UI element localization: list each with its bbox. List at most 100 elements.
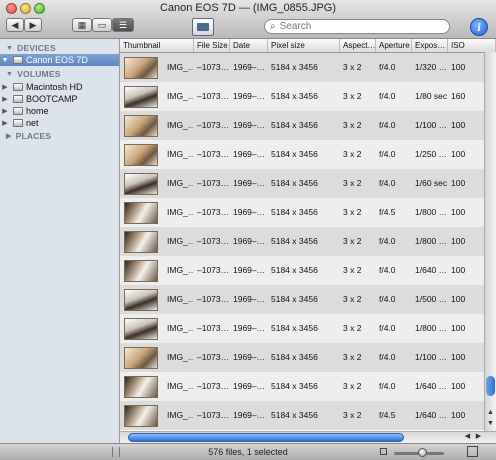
disclosure-open-icon: ▼ (1, 56, 9, 64)
cell-aspect: 3 x 2 (343, 265, 362, 275)
view-list-button[interactable]: ☰ (112, 18, 134, 32)
sidebar-item-canon-eos-7d[interactable]: ▼ Canon EOS 7D (0, 54, 119, 66)
table-row[interactable]: IMG_… –1073… 1969–… 5184 x 3456 3 x 2 f/4.0 1/… (120, 111, 484, 140)
column-header-date[interactable]: Date (230, 39, 268, 52)
photo-thumbnail[interactable] (124, 376, 158, 398)
table-row[interactable]: IMG_… –1073… 1969–… 5184 x 3456 3 x 2 f/4.0 1/… (120, 227, 484, 256)
column-header-aspect[interactable]: Aspect… (340, 39, 376, 52)
cell-file-size: –1073… (197, 381, 230, 391)
sidebar-item-net[interactable]: ▶ net (0, 117, 119, 129)
camera-device-icon (13, 56, 23, 64)
cell-file-size: –1073… (197, 236, 230, 246)
photo-thumbnail[interactable] (124, 144, 158, 166)
scroll-up-arrow-icon[interactable]: ▲ (485, 408, 496, 418)
table-row[interactable]: IMG_… –1073… 1969–… 5184 x 3456 3 x 2 f/4.0 1/… (120, 82, 484, 111)
back-arrow-icon: ◀ (11, 19, 19, 30)
table-row[interactable]: IMG_… –1073… 1969–… 5184 x 3456 3 x 2 f/4.0 1/… (120, 343, 484, 372)
view-grid-button[interactable]: ▦ (72, 18, 92, 32)
cell-date: 1969–… (233, 410, 266, 420)
cell-pixel-size: 5184 x 3456 (271, 236, 318, 246)
photo-thumbnail[interactable] (124, 260, 158, 282)
table-row[interactable]: IMG_… –1073… 1969–… 5184 x 3456 3 x 2 f/4.5 1/… (120, 401, 484, 430)
table-row[interactable]: IMG_… –1073… 1969–… 5184 x 3456 3 x 2 f/4.0 1/… (120, 140, 484, 169)
cell-aspect: 3 x 2 (343, 410, 362, 420)
import-photo-icon[interactable] (192, 18, 214, 36)
photo-thumbnail[interactable] (124, 57, 158, 79)
cell-iso: 100 (451, 410, 466, 420)
photo-thumbnail[interactable] (124, 115, 158, 137)
list-view-icon: ☰ (118, 19, 128, 30)
table-row[interactable]: IMG_… –1073… 1969–… 5184 x 3456 3 x 2 f/4.0 1/… (120, 314, 484, 343)
photo-thumbnail[interactable] (124, 173, 158, 195)
file-table: Thumbnail File Size Date Pixel size Aspe… (120, 39, 496, 431)
scroll-down-arrow-icon[interactable]: ▼ (485, 419, 496, 429)
column-header-thumbnail[interactable]: Thumbnail (120, 39, 194, 52)
cell-pixel-size: 5184 x 3456 (271, 352, 318, 362)
network-icon (13, 119, 23, 127)
vertical-scroll-thumb[interactable] (486, 376, 495, 396)
search-field[interactable]: ⌕ (264, 19, 450, 34)
forward-button[interactable]: ▶ (24, 18, 42, 32)
table-row[interactable]: IMG_… –1073… 1969–… 5184 x 3456 3 x 2 f/4.0 1/… (120, 372, 484, 401)
column-header-pixel-size[interactable]: Pixel size (268, 39, 340, 52)
cell-aperture: f/4.5 (379, 410, 396, 420)
column-header-exposure[interactable]: Expos… (412, 39, 448, 52)
grid-view-icon: ▦ (77, 19, 87, 30)
cell-file-size: –1073… (197, 352, 230, 362)
zoom-slider-knob[interactable] (418, 448, 427, 457)
cell-aperture: f/4.0 (379, 178, 396, 188)
column-header-iso[interactable]: ISO (448, 39, 496, 52)
photo-thumbnail[interactable] (124, 347, 158, 369)
sidebar-item-label: home (26, 106, 49, 116)
cell-pixel-size: 5184 x 3456 (271, 410, 318, 420)
cell-aspect: 3 x 2 (343, 236, 362, 246)
sidebar-item-macintosh-hd[interactable]: ▶ Macintosh HD (0, 81, 119, 93)
devices-header[interactable]: ▼ DEVICES (6, 43, 56, 53)
cell-pixel-size: 5184 x 3456 (271, 120, 318, 130)
cell-file-name: IMG_… (167, 62, 194, 72)
photo-thumbnail[interactable] (124, 405, 158, 427)
photo-thumbnail[interactable] (124, 86, 158, 108)
cell-exposure: 1/80 sec (415, 91, 448, 101)
horizontal-scroll-thumb[interactable] (128, 433, 404, 442)
vertical-scrollbar[interactable]: ▲ ▼ (484, 52, 496, 431)
cell-iso: 100 (451, 323, 466, 333)
table-row[interactable]: IMG_… –1073… 1969–… 5184 x 3456 3 x 2 f/4.0 1/… (120, 53, 484, 82)
sidebar-item-bootcamp[interactable]: ▶ BOOTCAMP (0, 93, 119, 105)
sidebar-item-home[interactable]: ▶ home (0, 105, 119, 117)
table-row[interactable]: IMG_… –1073… 1969–… 5184 x 3456 3 x 2 f/4.5 1/… (120, 198, 484, 227)
volumes-header[interactable]: ▼ VOLUMES (6, 69, 61, 79)
folder-icon (13, 107, 23, 115)
scroll-right-arrow-icon[interactable]: ▶ (473, 432, 484, 442)
cell-file-name: IMG_… (167, 178, 194, 188)
hard-disk-icon (13, 95, 23, 103)
column-header-aperture[interactable]: Aperture (376, 39, 412, 52)
scroll-left-arrow-icon[interactable]: ◀ (462, 432, 473, 442)
table-row[interactable]: IMG_… –1073… 1969–… 5184 x 3456 3 x 2 f/4.0 1/… (120, 285, 484, 314)
cell-file-name: IMG_… (167, 352, 194, 362)
cell-pixel-size: 5184 x 3456 (271, 207, 318, 217)
info-button[interactable]: i (470, 18, 488, 36)
cell-iso: 100 (451, 120, 466, 130)
horizontal-scrollbar[interactable]: ◀ ▶ (120, 431, 496, 443)
back-button[interactable]: ◀ (6, 18, 24, 32)
photo-thumbnail[interactable] (124, 289, 158, 311)
photo-thumbnail[interactable] (124, 318, 158, 340)
table-row[interactable]: IMG_… –1073… 1969–… 5184 x 3456 3 x 2 f/4.0 1/… (120, 256, 484, 285)
places-header[interactable]: ▶ PLACES (6, 131, 51, 141)
cell-date: 1969–… (233, 352, 266, 362)
photo-thumbnail[interactable] (124, 202, 158, 224)
cell-aperture: f/4.0 (379, 62, 396, 72)
table-row[interactable]: IMG_… –1073… 1969–… 5184 x 3456 3 x 2 f/4.0 1/… (120, 169, 484, 198)
cell-file-size: –1073… (197, 323, 230, 333)
column-header-file-size[interactable]: File Size (194, 39, 230, 52)
cell-aspect: 3 x 2 (343, 381, 362, 391)
search-input[interactable] (279, 21, 430, 32)
sidebar-item-label: Macintosh HD (26, 82, 83, 92)
cell-aperture: f/4.0 (379, 265, 396, 275)
cell-exposure: 1/500 … (415, 294, 448, 304)
view-coverflow-button[interactable]: ▭ (92, 18, 112, 32)
cell-date: 1969–… (233, 91, 266, 101)
cell-exposure: 1/640 … (415, 410, 448, 420)
photo-thumbnail[interactable] (124, 231, 158, 253)
